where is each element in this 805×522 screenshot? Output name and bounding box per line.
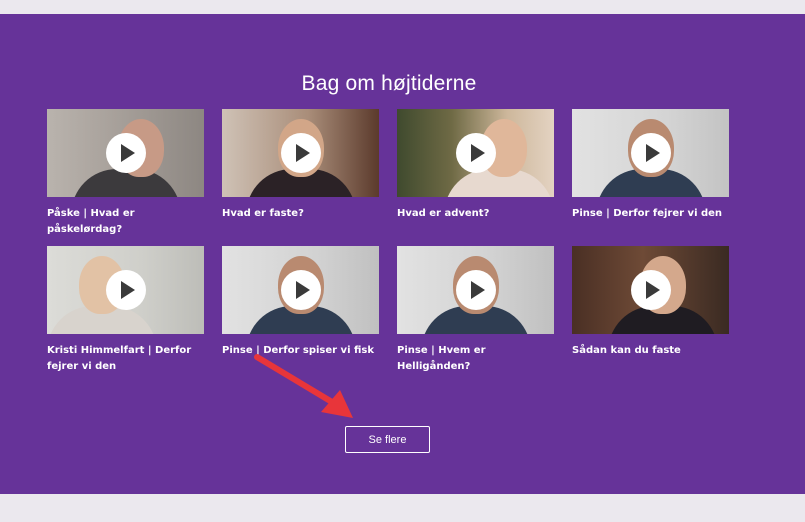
annotation-arrow-icon: [254, 354, 353, 418]
